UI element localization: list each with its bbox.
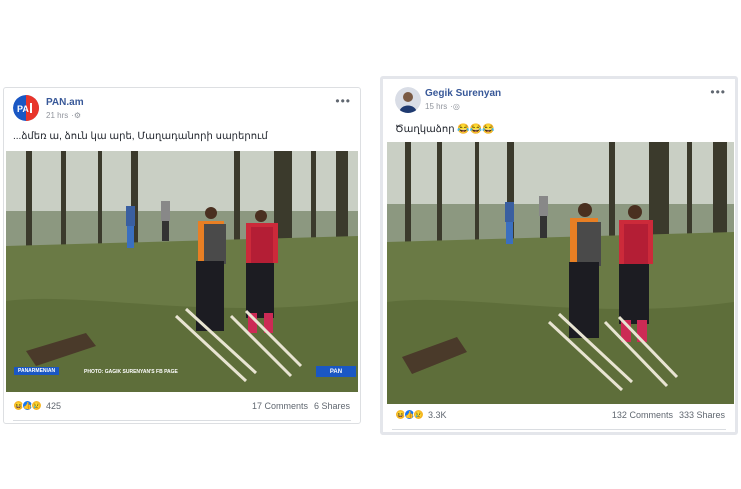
more-options-icon[interactable]: ••• <box>710 85 726 99</box>
svg-text:PA: PA <box>17 104 29 114</box>
comments-count[interactable]: 132 Comments <box>612 410 673 420</box>
post-time[interactable]: 15 hrs <box>425 102 447 111</box>
globe-icon: ·◎ <box>450 102 460 111</box>
reaction-count[interactable]: 425 <box>46 401 61 411</box>
globe-icon: ·⚙ <box>71 111 82 120</box>
reactions[interactable]: 😆 👍 😢 425 <box>13 400 61 411</box>
post-header: Gegik Surenyan 15 hrs ·◎ ••• <box>383 79 735 117</box>
avatar[interactable] <box>395 87 421 113</box>
reaction-count[interactable]: 3.3K <box>428 410 447 420</box>
comments-count[interactable]: 17 Comments <box>252 401 308 411</box>
watermark-logo: PANARMENIAN <box>14 367 60 375</box>
divider <box>392 429 726 430</box>
post-header: PA PAN.am 21 hrs ·⚙ ••• <box>4 88 360 126</box>
post-footer: 😆 👍 😢 3.3K 132 Comments 333 Shares <box>383 406 735 430</box>
post-photo[interactable] <box>387 142 734 404</box>
reactions[interactable]: 😆 👍 😢 3.3K <box>395 409 447 420</box>
sad-icon: 😢 <box>413 409 424 420</box>
watermark-credit: PHOTO: GAGIK SURENYAN'S FB PAGE <box>84 369 178 375</box>
engagement-counts: 17 Comments 6 Shares <box>252 401 350 411</box>
post-author[interactable]: PAN.am <box>46 97 84 108</box>
post-text: ...ձմեռ ա, ձուն կա արե, Մաղադանորի սարեր… <box>13 131 268 142</box>
shares-count[interactable]: 6 Shares <box>314 401 350 411</box>
more-options-icon[interactable]: ••• <box>335 94 351 108</box>
post-photo[interactable]: PANARMENIAN PHOTO: GAGIK SURENYAN'S FB P… <box>6 151 358 392</box>
watermark-badge: PAN <box>316 366 356 377</box>
post-time[interactable]: 21 hrs <box>46 111 68 120</box>
post-pan-am: PA PAN.am 21 hrs ·⚙ ••• ...ձմեռ ա, ձուն … <box>3 87 361 424</box>
post-meta: 21 hrs ·⚙ <box>46 111 81 120</box>
divider <box>13 420 351 421</box>
post-meta: 15 hrs ·◎ <box>425 102 460 111</box>
sad-icon: 😢 <box>31 400 42 411</box>
avatar[interactable]: PA <box>13 95 39 121</box>
post-gegik-surenyan: Gegik Surenyan 15 hrs ·◎ ••• Ծաղկաձոր 😂😂… <box>380 76 738 435</box>
engagement-counts: 132 Comments 333 Shares <box>612 410 725 420</box>
post-footer: 😆 👍 😢 425 17 Comments 6 Shares <box>4 397 360 421</box>
post-text: Ծաղկաձոր 😂😂😂 <box>395 124 495 135</box>
shares-count[interactable]: 333 Shares <box>679 410 725 420</box>
post-author[interactable]: Gegik Surenyan <box>425 88 501 99</box>
